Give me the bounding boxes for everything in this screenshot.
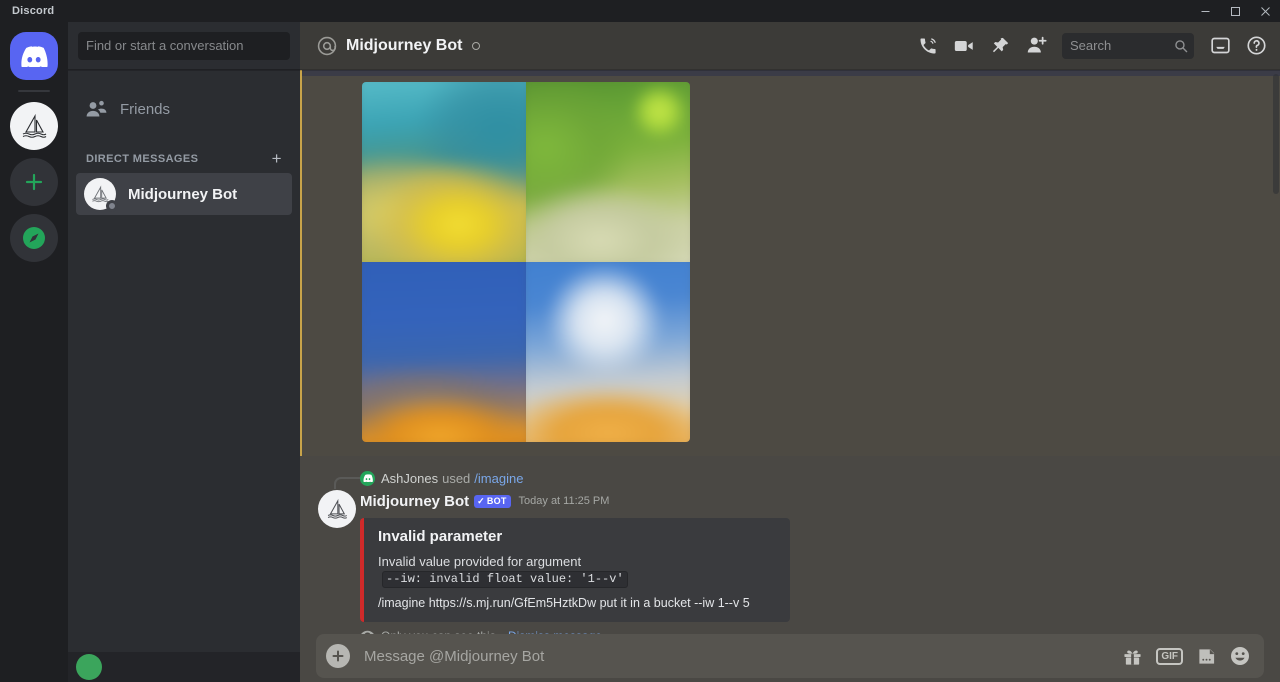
dm-list: Friends DIRECT MESSAGES + Midjourney Bot <box>68 70 300 215</box>
rail-divider <box>18 90 50 92</box>
embed-title: Invalid parameter <box>378 528 503 545</box>
window-controls <box>1190 0 1280 22</box>
message-bot-error-group: AshJones used /imagine Midjourney Bot ✓ … <box>300 460 1280 643</box>
status-circle-icon <box>472 41 481 50</box>
message-image-grid-group <box>300 70 1280 456</box>
embed-description-text: Invalid value provided for argument <box>378 554 582 569</box>
gift-icon[interactable] <box>1123 647 1142 666</box>
command-reference-line: AshJones used /imagine <box>300 468 1280 489</box>
image-grid-container <box>302 76 1280 442</box>
window-titlebar: Discord <box>0 0 1280 22</box>
bot-avatar[interactable] <box>318 490 356 528</box>
app-title: Discord <box>12 5 55 17</box>
search-icon <box>1174 39 1188 53</box>
sidebar-item-friends[interactable]: Friends <box>76 88 292 130</box>
pinned-messages-icon[interactable] <box>984 30 1016 62</box>
message-input[interactable]: Message @Midjourney Bot <box>364 648 1123 665</box>
friends-icon <box>84 100 108 118</box>
chat-area: Midjourney Bot Search AshJones used /ima… <box>300 22 1280 682</box>
dm-name-label: Midjourney Bot <box>128 185 238 203</box>
channel-header: Midjourney Bot Search <box>300 22 1280 70</box>
rail-item-midjourney[interactable] <box>10 102 58 150</box>
slash-command-link[interactable]: /imagine <box>474 471 523 486</box>
message-scrollbar[interactable] <box>1273 74 1279 194</box>
image-cell-upper-right[interactable] <box>526 82 690 262</box>
channel-title: Midjourney Bot <box>346 36 463 54</box>
composer-container: Message @Midjourney Bot GIF <box>300 634 1280 682</box>
add-friends-icon[interactable] <box>1020 30 1052 62</box>
bot-message-row: Midjourney Bot ✓ BOT Today at 11:25 PM In… <box>300 488 1280 623</box>
bot-badge-label: BOT <box>486 496 507 506</box>
maximize-button[interactable] <box>1220 0 1250 22</box>
embed-inline-code: --iw: invalid float value: '1--v' <box>382 570 628 589</box>
bot-badge: ✓ BOT <box>474 494 511 508</box>
sticker-icon[interactable] <box>1197 647 1216 666</box>
bot-badge-check: ✓ <box>477 495 485 506</box>
bot-name-row: Midjourney Bot ✓ BOT Today at 11:25 PM <box>360 490 1280 512</box>
search-input[interactable]: Search <box>1062 32 1194 59</box>
friends-label: Friends <box>120 100 171 118</box>
image-cell-lower-left[interactable] <box>362 262 526 442</box>
sidebar-item-midjourney-bot[interactable]: Midjourney Bot <box>76 173 292 215</box>
bot-username[interactable]: Midjourney Bot <box>360 493 469 510</box>
sailboat-icon <box>10 102 58 150</box>
close-button[interactable] <box>1250 0 1280 22</box>
start-video-call-icon[interactable] <box>948 30 980 62</box>
gif-icon[interactable]: GIF <box>1156 647 1183 665</box>
find-conversation-input[interactable]: Find or start a conversation <box>78 31 290 60</box>
plus-icon <box>10 158 58 206</box>
emoji-icon[interactable] <box>1230 646 1250 666</box>
message-composer[interactable]: Message @Midjourney Bot GIF <box>316 634 1264 678</box>
avatar <box>84 178 118 212</box>
embed-description: Invalid value provided for argument --iw… <box>378 554 778 589</box>
at-symbol-icon <box>316 35 338 57</box>
compass-icon <box>10 214 58 262</box>
inbox-icon[interactable] <box>1204 30 1236 62</box>
minimize-button[interactable] <box>1190 0 1220 22</box>
current-user-avatar[interactable] <box>76 654 102 680</box>
command-username[interactable]: AshJones <box>381 471 438 486</box>
command-used-text: used <box>442 470 471 486</box>
rail-item-explore[interactable] <box>10 214 58 262</box>
message-list: AshJones used /imagine Midjourney Bot ✓ … <box>300 70 1280 682</box>
midjourney-image-grid[interactable] <box>362 82 690 442</box>
server-rail <box>0 22 68 682</box>
embed-command-echo: /imagine https://s.mj.run/GfEm5HztkDw pu… <box>378 596 750 611</box>
rail-item-home[interactable] <box>10 32 58 80</box>
dm-sidebar: Find or start a conversation Friends DIR… <box>68 22 300 682</box>
user-panel[interactable] <box>68 652 300 682</box>
help-icon[interactable] <box>1240 30 1272 62</box>
image-cell-lower-right[interactable] <box>526 262 690 442</box>
start-voice-call-icon[interactable] <box>912 30 944 62</box>
upload-attachment-icon[interactable] <box>326 644 350 668</box>
rail-item-add-server[interactable] <box>10 158 58 206</box>
error-embed: Invalid parameter Invalid value provided… <box>360 518 790 623</box>
composer-icons: GIF <box>1123 646 1250 666</box>
search-placeholder: Search <box>1070 38 1112 53</box>
message-timestamp: Today at 11:25 PM <box>518 495 610 507</box>
discord-logo-icon <box>10 32 58 80</box>
command-user-avatar <box>360 470 375 486</box>
header-toolbar: Search <box>912 30 1272 62</box>
direct-messages-section-header[interactable]: DIRECT MESSAGES + <box>76 132 292 173</box>
direct-messages-label: DIRECT MESSAGES <box>86 152 199 165</box>
create-dm-icon[interactable]: + <box>272 150 282 167</box>
clipped-message-top <box>300 70 1280 76</box>
bot-message-body: Midjourney Bot ✓ BOT Today at 11:25 PM In… <box>300 490 1280 623</box>
image-cell-upper-left[interactable] <box>362 82 526 262</box>
dm-search-container: Find or start a conversation <box>68 22 300 70</box>
status-badge <box>106 200 118 212</box>
